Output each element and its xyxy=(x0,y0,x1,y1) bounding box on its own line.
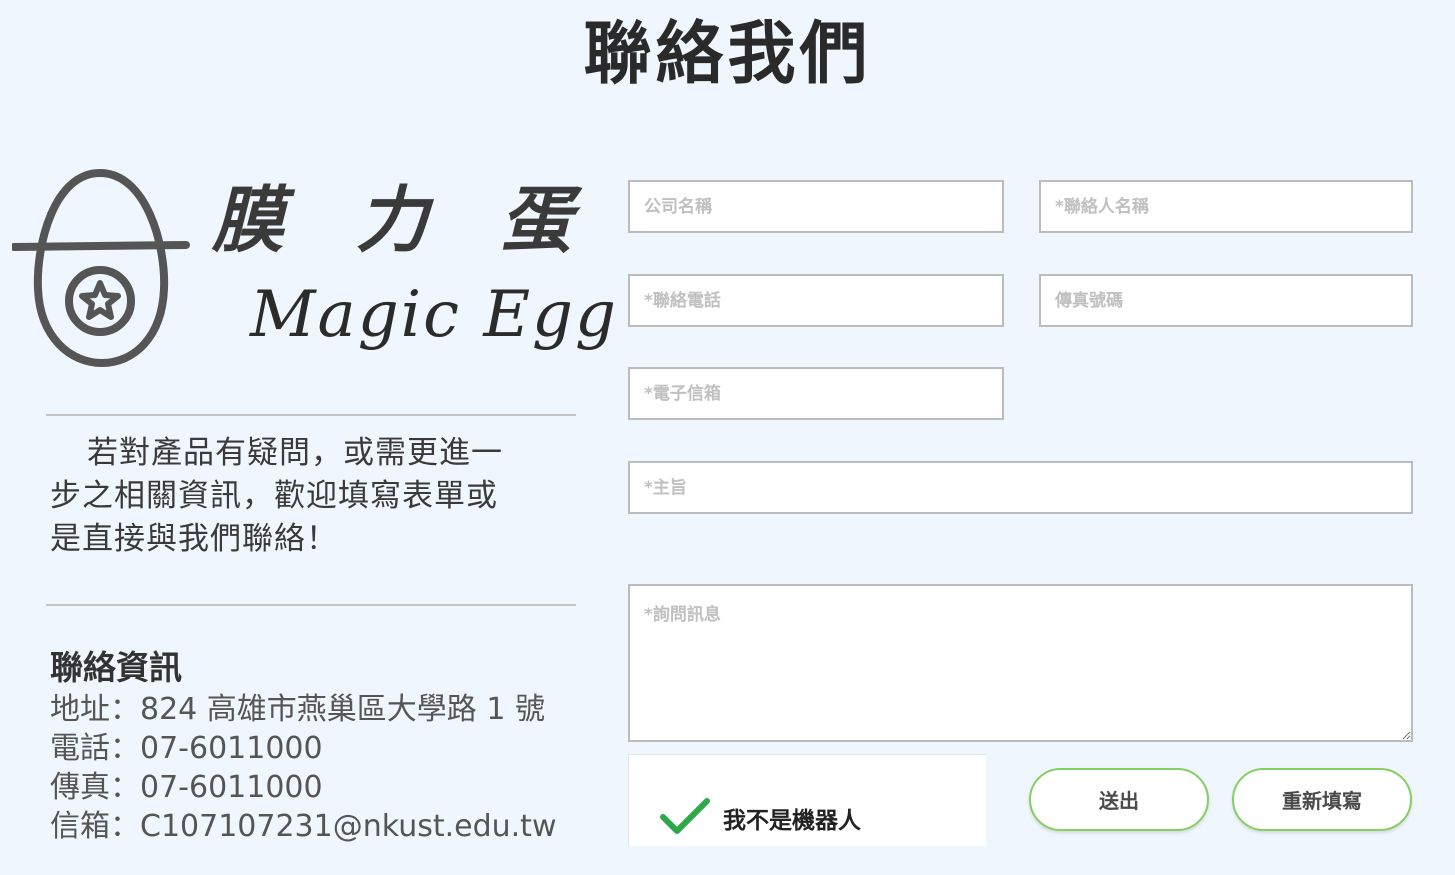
contact-name-input[interactable] xyxy=(1039,180,1413,233)
recaptcha-widget[interactable]: 我不是機器人 xyxy=(628,754,986,846)
company-name-input[interactable] xyxy=(628,180,1004,233)
phone-input[interactable] xyxy=(628,274,1004,327)
brand-char-3: 蛋 xyxy=(499,177,572,262)
egg-with-star-icon xyxy=(12,169,190,367)
intro-text: 若對產品有疑問，或需更進一步之相關資訊，歡迎填寫表單或是直接與我們聯絡！ xyxy=(50,435,503,557)
contact-address: 地址：824 高雄市燕巢區大學路 1 號 xyxy=(50,692,545,727)
checkmark-icon[interactable] xyxy=(659,795,711,837)
brand-char-2: 力 xyxy=(355,177,428,262)
page-title: 聯絡我們 xyxy=(583,15,872,94)
submit-button[interactable]: 送出 xyxy=(1029,768,1209,831)
message-textarea[interactable] xyxy=(628,584,1413,742)
brand-logo: 膜 力 蛋 Magic Egg xyxy=(12,165,616,375)
recaptcha-label: 我不是機器人 xyxy=(723,808,861,834)
email-input[interactable] xyxy=(628,367,1004,420)
contact-phone: 電話：07-6011000 xyxy=(50,731,323,766)
divider xyxy=(46,604,576,606)
subject-input[interactable] xyxy=(628,461,1413,514)
brand-name-en: Magic Egg xyxy=(250,278,618,352)
reset-button[interactable]: 重新填寫 xyxy=(1232,768,1412,831)
brand-char-1: 膜 xyxy=(212,177,285,262)
contact-fax: 傳真：07-6011000 xyxy=(50,770,323,805)
brand-name-cn: 膜 力 蛋 xyxy=(212,175,572,265)
contact-info-title: 聯絡資訊 xyxy=(50,648,182,687)
divider xyxy=(46,414,576,416)
fax-input[interactable] xyxy=(1039,274,1413,327)
contact-info-list: 地址：824 高雄市燕巢區大學路 1 號 電話：07-6011000 傳真：07… xyxy=(50,690,556,846)
contact-email: 信箱：C107107231@nkust.edu.tw xyxy=(50,809,557,844)
